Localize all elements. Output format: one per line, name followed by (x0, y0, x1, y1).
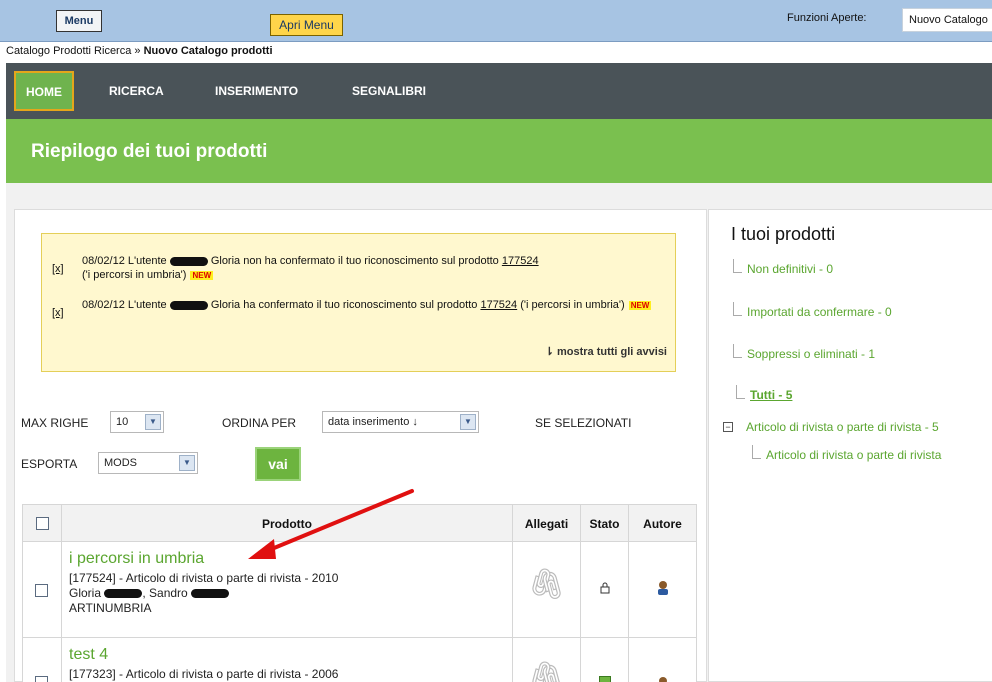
attachments-cell: 🖇 (512, 541, 581, 638)
summary-item-importati[interactable]: Importati da confermare - 0 (733, 302, 892, 322)
notice-date: 08/02/12 L'utente (82, 299, 167, 311)
summary-item-tutti[interactable]: Tutti - 5 (736, 385, 792, 405)
status-cell (580, 541, 629, 638)
notice-date: 08/02/12 L'utente (82, 255, 167, 267)
tree-branch-icon (733, 344, 742, 358)
redacted-name (169, 256, 208, 266)
sort-by-select[interactable]: data inserimento ↓ ▼ (322, 411, 479, 433)
products-summary-title: I tuoi prodotti (731, 224, 836, 244)
row-checkbox[interactable] (35, 584, 48, 597)
max-rows-value: 10 (116, 416, 129, 428)
product-meta: [177323] - Articolo di rivista o parte d… (69, 667, 339, 681)
user-icon (657, 581, 668, 595)
lock-icon (600, 582, 609, 594)
max-rows-select[interactable]: 10 ▼ (110, 411, 164, 433)
page-title: Riepilogo dei tuoi prodotti (31, 141, 268, 162)
page-header: Riepilogo dei tuoi prodotti (6, 119, 992, 183)
export-label: ESPORTA (21, 457, 78, 471)
summary-item-soppressi[interactable]: Soppressi o eliminati - 1 (733, 344, 875, 364)
tree-branch-icon (733, 259, 742, 273)
product-journal: ARTINUMBRIA (69, 601, 152, 615)
menu-button[interactable]: Menu (56, 10, 102, 32)
export-format-value: MODS (104, 457, 137, 469)
redacted-name (191, 589, 230, 599)
breadcrumb-separator: » (131, 45, 144, 57)
paperclip-icon[interactable]: 🖇 (527, 660, 565, 682)
notice-close-button[interactable]: [x] (52, 262, 64, 276)
select-all-header (22, 504, 62, 542)
sort-by-value: data inserimento ↓ (328, 416, 418, 428)
main-nav: HOME RICERCA INSERIMENTO SEGNALIBRI (6, 63, 992, 119)
tree-item-articolo-parent[interactable]: Articolo di rivista o parte di rivista -… (746, 420, 939, 434)
row-checkbox[interactable] (35, 676, 48, 682)
breadcrumb-current: Nuovo Catalogo prodotti (143, 45, 273, 57)
export-format-select[interactable]: MODS ▼ (98, 452, 198, 474)
tree-item-articolo-child[interactable]: Articolo di rivista o parte di rivista (752, 445, 941, 465)
attachments-cell: 🖇 (512, 637, 581, 682)
author-cell (628, 637, 697, 682)
annotation-arrow-icon (248, 489, 414, 559)
status-cell (580, 637, 629, 682)
notice-text: Gloria ha confermato il tuo riconoscimen… (210, 299, 478, 311)
collapse-toggle-icon[interactable]: − (723, 422, 733, 432)
column-header-autore[interactable]: Autore (628, 504, 697, 542)
notices-box: [x] 08/02/12 L'utente Gloria non ha conf… (41, 233, 676, 372)
if-selected-label: SE SELEZIONATI (535, 416, 632, 430)
open-functions-label: Funzioni Aperte: (787, 12, 867, 24)
breadcrumb: Catalogo Prodotti Ricerca » Nuovo Catalo… (6, 45, 273, 57)
notice-product-name: ('i percorsi in umbria') (82, 269, 187, 281)
notice-text: Gloria non ha confermato il tuo riconosc… (210, 255, 499, 267)
table-row-product-cell: test 4 [177323] - Articolo di rivista o … (61, 637, 513, 682)
table-row-checkbox-cell (22, 541, 62, 638)
status-badge (598, 676, 611, 682)
column-header-allegati[interactable]: Allegati (512, 504, 581, 542)
top-bar: Menu Apri Menu Funzioni Aperte: Nuovo Ca… (0, 0, 992, 44)
author-name: , Sandro (142, 586, 188, 600)
products-summary-panel (708, 209, 992, 682)
column-header-stato[interactable]: Stato (580, 504, 629, 542)
author-name: Gloria (69, 586, 102, 600)
notice-close-button[interactable]: [x] (52, 306, 64, 320)
product-title-link[interactable]: test 4 (69, 646, 512, 664)
nav-home[interactable]: HOME (14, 71, 74, 111)
product-meta: [177524] - Articolo di rivista o parte d… (69, 571, 339, 585)
nav-segnalibri[interactable]: SEGNALIBRI (352, 63, 426, 119)
notice-product-link[interactable]: 177524 (502, 255, 539, 267)
table-row-checkbox-cell (22, 637, 62, 682)
open-menu-tooltip[interactable]: Apri Menu (270, 14, 343, 36)
redacted-name (104, 589, 143, 599)
tree-branch-icon (733, 302, 742, 316)
show-all-notices-link[interactable]: ⇂ mostra tutti gli avvisi (545, 345, 667, 358)
author-cell (628, 541, 697, 638)
nav-ricerca[interactable]: RICERCA (109, 63, 164, 119)
go-button[interactable]: vai (255, 447, 301, 481)
chevron-down-icon: ▼ (460, 414, 476, 430)
tree-branch-icon (736, 385, 745, 399)
chevron-down-icon: ▼ (179, 455, 195, 471)
summary-item-non-definitivi[interactable]: Non definitivi - 0 (733, 259, 833, 279)
new-badge: NEW (628, 300, 652, 310)
notice-product-link[interactable]: 177524 (480, 299, 517, 311)
redacted-name (169, 300, 208, 310)
open-functions-select[interactable]: Nuovo Catalogo (902, 8, 992, 32)
chevron-down-icon: ▼ (145, 414, 161, 430)
nav-inserimento[interactable]: INSERIMENTO (215, 63, 298, 119)
notice-product-name: ('i percorsi in umbria') (520, 299, 625, 311)
tree-branch-icon (752, 445, 761, 459)
paperclip-icon[interactable]: 🖇 (527, 567, 565, 602)
product-authors: Gloria , Sandro (69, 586, 512, 601)
user-icon (658, 677, 667, 682)
sort-by-label: ORDINA PER (222, 416, 297, 430)
max-rows-label: MAX RIGHE (21, 416, 89, 430)
breadcrumb-parent[interactable]: Catalogo Prodotti Ricerca (6, 45, 131, 57)
new-badge: NEW (190, 270, 214, 280)
select-all-checkbox[interactable] (35, 517, 49, 530)
